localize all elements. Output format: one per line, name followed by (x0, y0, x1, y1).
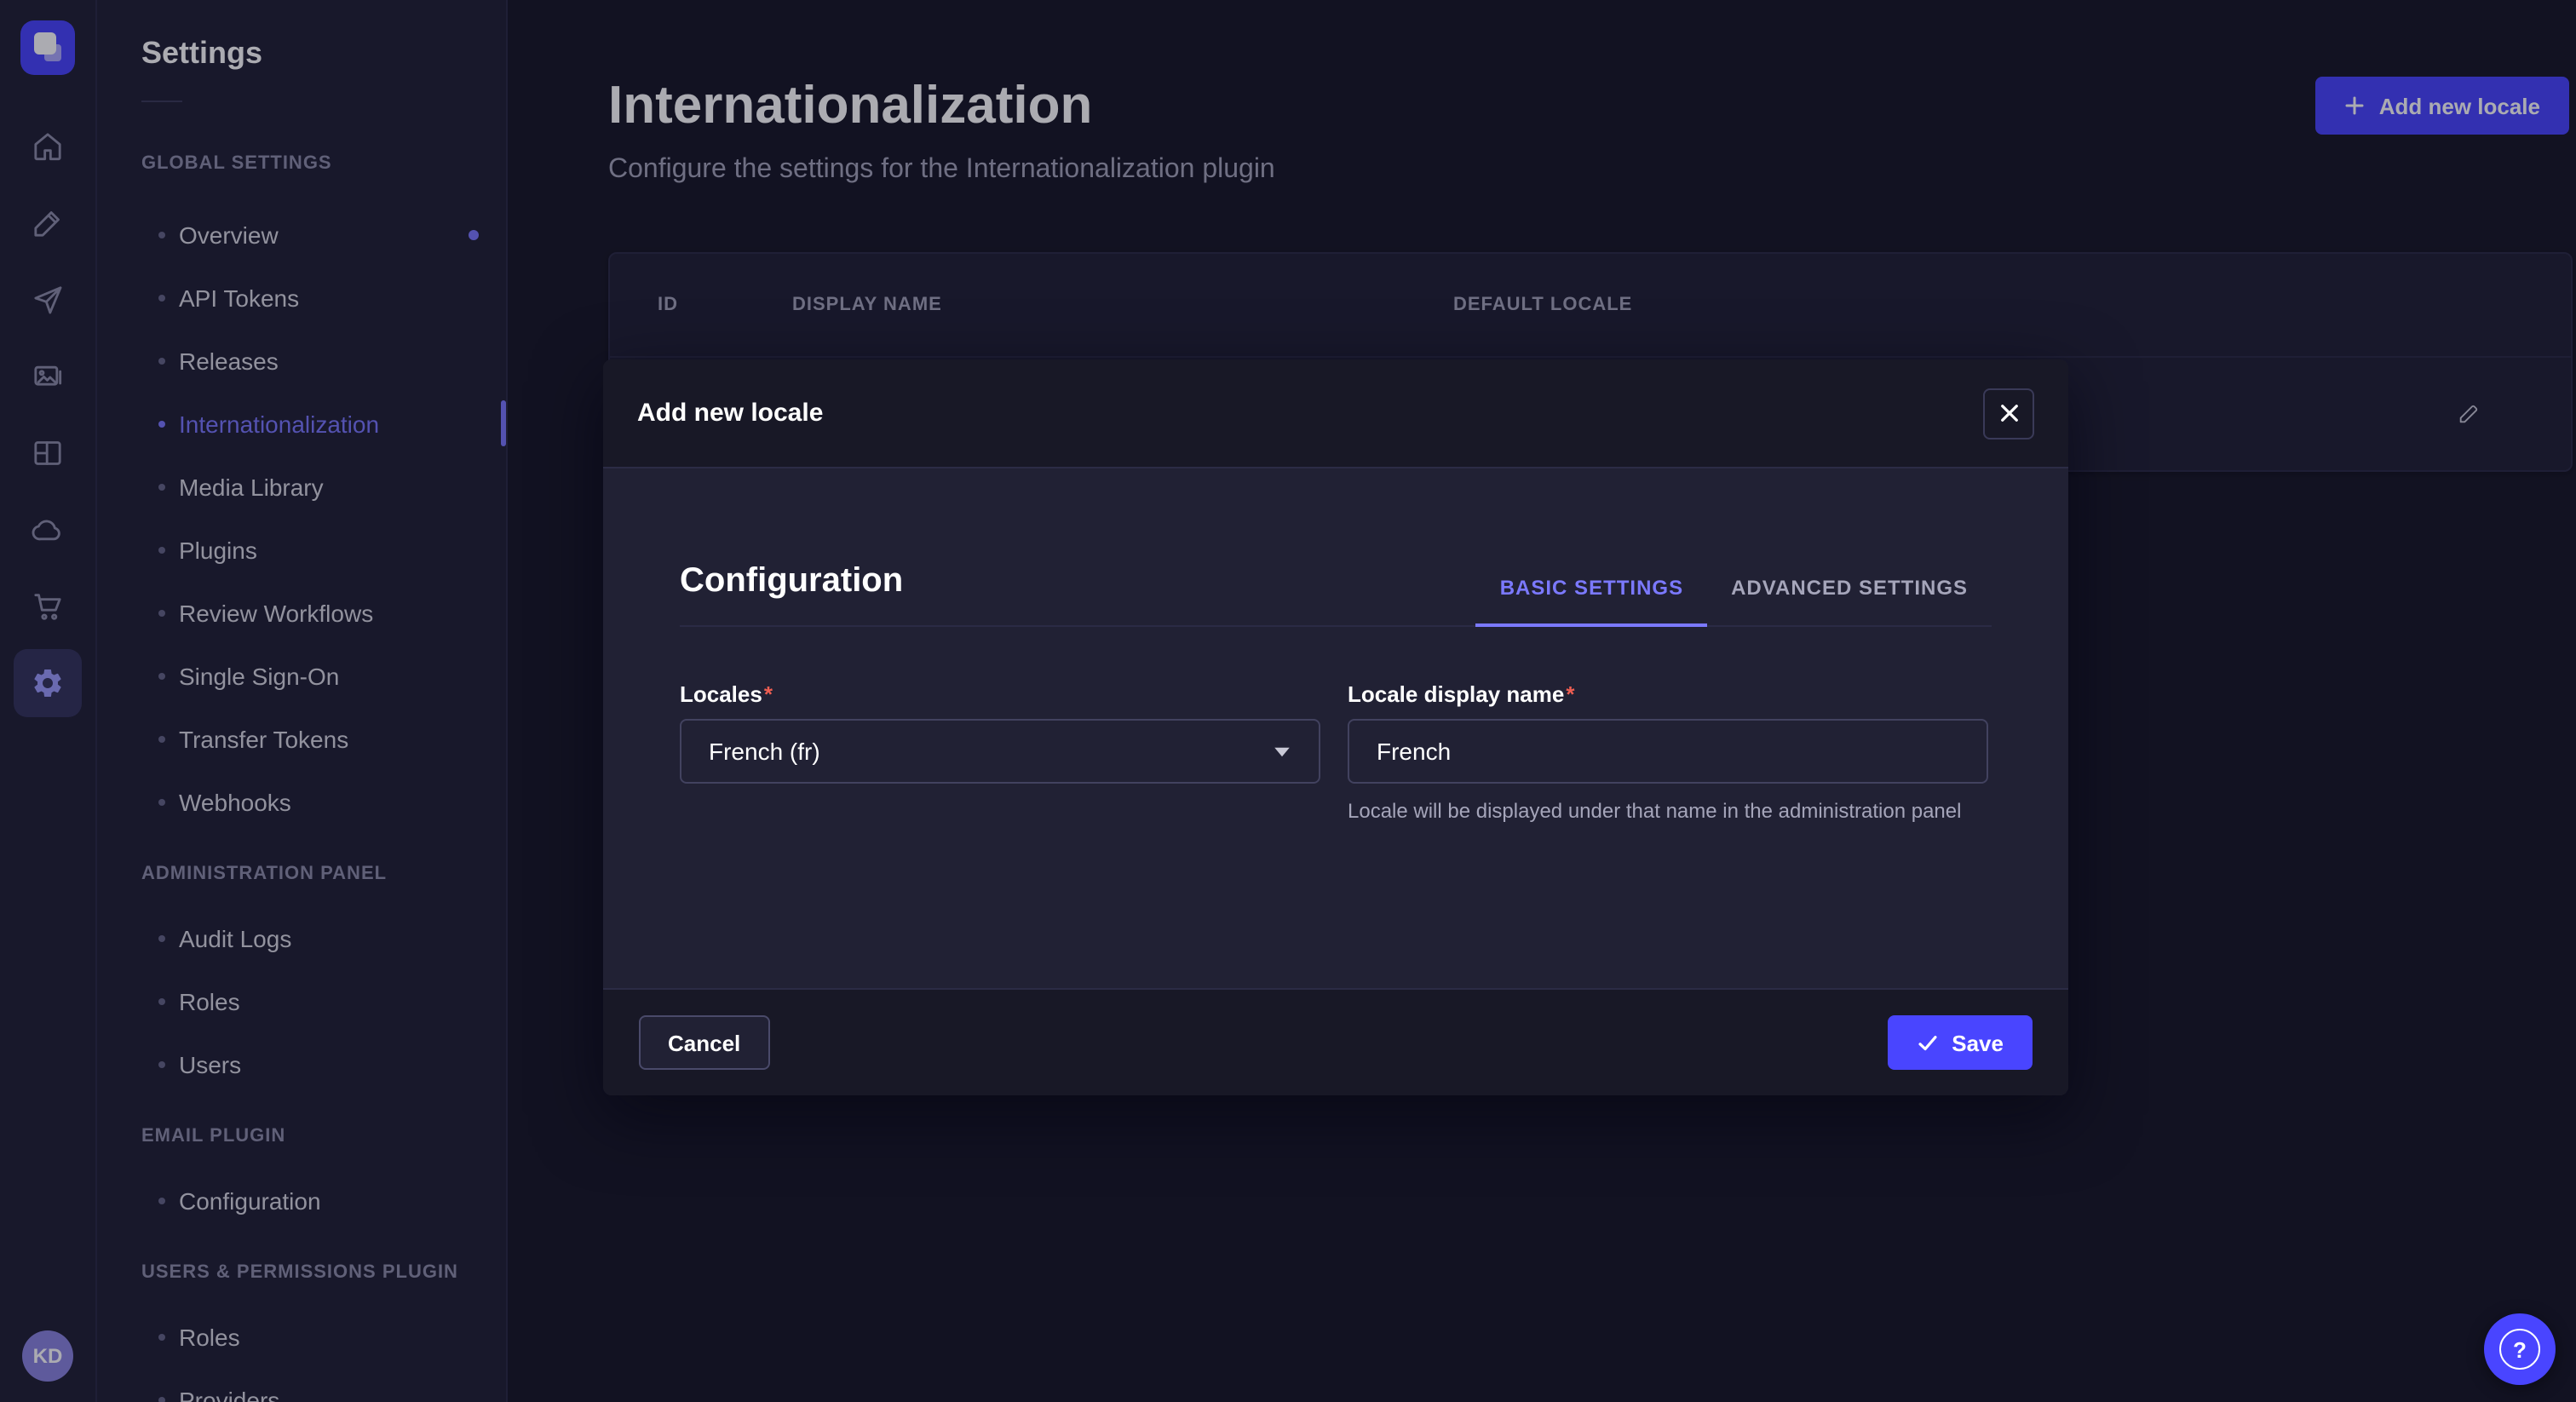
display-name-input-wrapper (1348, 719, 1988, 784)
locales-select[interactable]: French (fr) (680, 719, 1320, 784)
modal-header: Add new locale (603, 359, 2068, 468)
settings-tabs: BASIC SETTINGS ADVANCED SETTINGS (1476, 576, 1992, 625)
form-fields: Locales* French (fr) Locale display name… (680, 681, 1992, 825)
save-button[interactable]: Save (1887, 1015, 2033, 1070)
locales-field: Locales* French (fr) (680, 681, 1320, 825)
modal-footer: Cancel Save (603, 988, 2068, 1095)
chevron-down-icon (1273, 745, 1291, 757)
locale-display-name-input[interactable] (1377, 738, 1959, 765)
modal-body: Configuration BASIC SETTINGS ADVANCED SE… (603, 468, 2068, 988)
display-name-field: Locale display name* Locale will be disp… (1348, 681, 1988, 825)
configuration-row: Configuration BASIC SETTINGS ADVANCED SE… (680, 468, 1992, 627)
close-icon (1999, 404, 2018, 422)
app-window: KD Settings GLOBAL SETTINGS Overview API… (0, 0, 2576, 1402)
help-button[interactable]: ? (2484, 1313, 2556, 1385)
question-mark-icon: ? (2499, 1329, 2540, 1370)
display-name-label-text: Locale display name (1348, 681, 1564, 707)
display-name-hint: Locale will be displayed under that name… (1348, 797, 1988, 825)
section-title-configuration: Configuration (680, 560, 903, 601)
cancel-button[interactable]: Cancel (639, 1015, 769, 1070)
save-button-label: Save (1952, 1030, 2004, 1055)
modal-title: Add new locale (637, 399, 823, 428)
locales-select-value: French (fr) (709, 738, 820, 765)
locales-label: Locales* (680, 681, 1320, 709)
required-asterisk: * (1566, 681, 1574, 707)
locales-label-text: Locales (680, 681, 762, 707)
modal-close-button[interactable] (1983, 388, 2034, 439)
tab-basic-settings[interactable]: BASIC SETTINGS (1476, 576, 1707, 627)
check-icon (1916, 1031, 1938, 1054)
display-name-label: Locale display name* (1348, 681, 1988, 709)
add-new-locale-modal: Add new locale Configuration BASIC SETTI… (603, 359, 2068, 1095)
required-asterisk: * (764, 681, 773, 707)
tab-advanced-settings[interactable]: ADVANCED SETTINGS (1707, 576, 1992, 627)
